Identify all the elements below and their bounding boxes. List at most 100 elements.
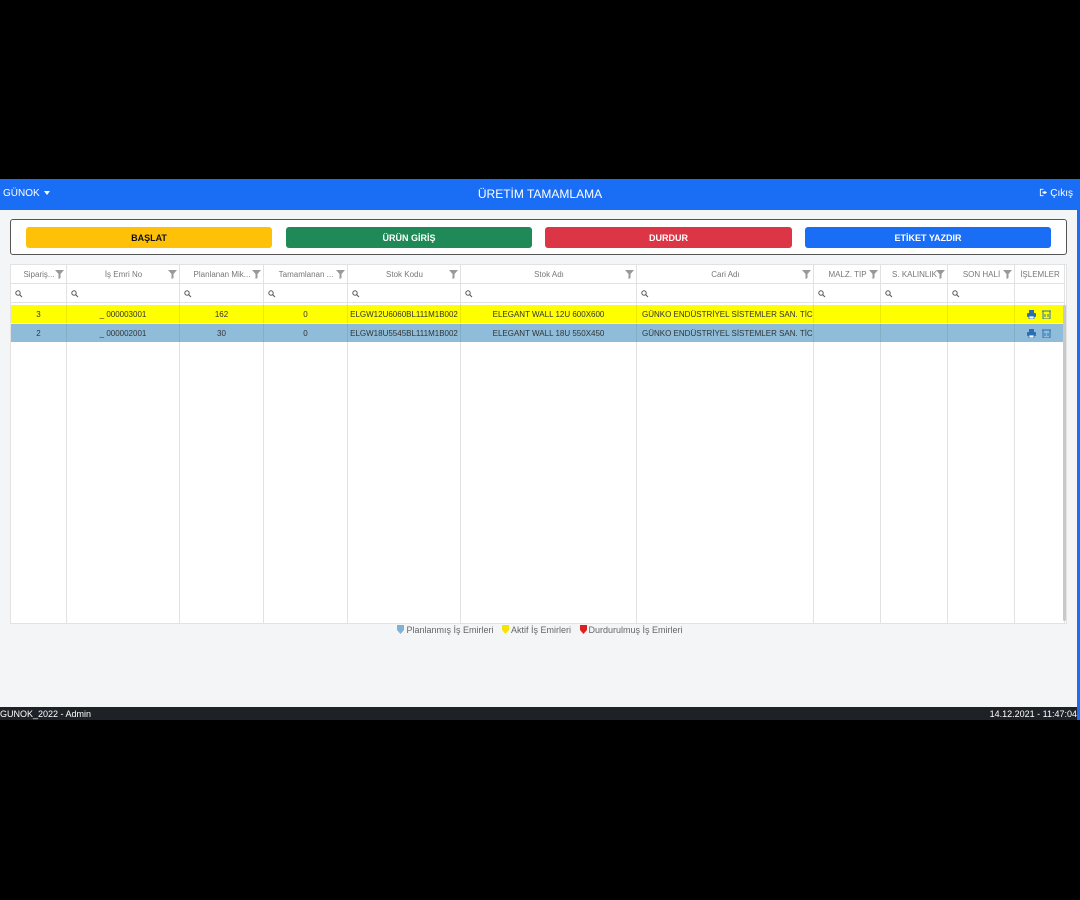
grid-scrollbar[interactable] bbox=[1063, 305, 1066, 621]
table-cell: ELGW12U6060BL111M1B002 bbox=[348, 305, 461, 323]
table-cell: ELGW18U5545BL111M1B002 bbox=[348, 324, 461, 342]
table-cell: ELEGANT WALL 18U 550X450 bbox=[461, 324, 637, 342]
action-panel: BAŞLAT ÜRÜN GİRİŞ DURDUR ETİKET YAZDIR bbox=[10, 219, 1067, 255]
product-entry-button[interactable]: ÜRÜN GİRİŞ bbox=[286, 227, 532, 248]
column-header[interactable]: SON HALİ bbox=[948, 265, 1015, 284]
search-icon bbox=[268, 290, 276, 298]
legend-planned: Planlanmış İş Emirleri bbox=[397, 625, 493, 635]
column-header[interactable]: Stok Kodu bbox=[348, 265, 461, 284]
row-actions bbox=[1027, 305, 1051, 323]
column-filter-input[interactable] bbox=[461, 284, 637, 303]
column-header-label: Stok Kodu bbox=[386, 269, 423, 279]
search-icon bbox=[15, 290, 23, 298]
filter-icon[interactable] bbox=[802, 270, 811, 279]
table-cell: 0 bbox=[264, 305, 348, 323]
search-icon bbox=[885, 290, 893, 298]
column-filter-input[interactable] bbox=[11, 284, 67, 303]
column-header[interactable]: Sipariş... bbox=[11, 265, 67, 284]
stop-button[interactable]: DURDUR bbox=[545, 227, 792, 248]
column-header-label: SON HALİ bbox=[962, 269, 1001, 279]
column-header-label: MALZ. TIP bbox=[828, 269, 867, 279]
filter-icon[interactable] bbox=[869, 270, 878, 279]
marker-icon bbox=[397, 625, 405, 634]
filter-icon[interactable] bbox=[168, 270, 177, 279]
filter-icon[interactable] bbox=[55, 270, 64, 279]
table-cell bbox=[881, 305, 948, 323]
table-cell: 162 bbox=[180, 305, 264, 323]
marker-icon bbox=[501, 625, 509, 634]
search-icon bbox=[818, 290, 826, 298]
filter-icon[interactable] bbox=[1003, 270, 1012, 279]
table-row[interactable]: 2 _ 000002001 30 0 ELGW18U5545BL111M1B002 ELE… bbox=[11, 324, 1065, 342]
search-icon bbox=[352, 290, 360, 298]
column-header-label: İŞLEMLER bbox=[1020, 269, 1060, 279]
column-header[interactable]: Tamamlanan ... bbox=[264, 265, 348, 284]
table-cell: _ 000002001 bbox=[67, 324, 180, 342]
delete-icon[interactable] bbox=[1042, 329, 1051, 338]
table-cell: 3 bbox=[11, 305, 67, 323]
column-header-label: S. KALINLIK bbox=[892, 269, 937, 279]
filter-icon[interactable] bbox=[625, 270, 634, 279]
datetime: 14.12.2021 - 11:47:04 bbox=[989, 709, 1077, 719]
print-icon[interactable] bbox=[1027, 309, 1036, 319]
table-row[interactable]: 3 _ 000003001 162 0 ELGW12U6060BL111M1B002 EL… bbox=[11, 305, 1065, 323]
column-filter-input[interactable] bbox=[348, 284, 461, 303]
print-label-button[interactable]: ETİKET YAZDIR bbox=[805, 227, 1051, 248]
column-header[interactable]: S. KALINLIK bbox=[881, 265, 948, 284]
filter-icon[interactable] bbox=[936, 270, 945, 279]
table-cell: GÜNKO ENDÜSTRİYEL SİSTEMLER SAN. TİC. LT… bbox=[637, 305, 814, 323]
filter-icon[interactable] bbox=[336, 270, 345, 279]
column-header[interactable]: Cari Adı bbox=[637, 265, 814, 284]
column-header[interactable]: MALZ. TIP bbox=[814, 265, 881, 284]
column-filter-input[interactable] bbox=[637, 284, 814, 303]
column-header[interactable]: İş Emri No bbox=[67, 265, 180, 284]
column-header[interactable]: Stok Adı bbox=[461, 265, 637, 284]
search-icon bbox=[71, 290, 79, 298]
search-icon bbox=[952, 290, 960, 298]
legend-active: Aktif İş Emirleri bbox=[501, 625, 571, 635]
table-cell: 0 bbox=[264, 324, 348, 342]
column-header-label: İş Emri No bbox=[104, 269, 143, 279]
legend-active-label: Aktif İş Emirleri bbox=[510, 625, 571, 635]
app-window: GÜNOK ÜRETİM TAMAMLAMA Çıkış BAŞLAT ÜRÜN… bbox=[0, 179, 1080, 720]
table-cell bbox=[948, 305, 1015, 323]
column-filter-input[interactable] bbox=[881, 284, 948, 303]
column-header-label: Tamamlanan ... bbox=[278, 269, 334, 279]
table-cell: _ 000003001 bbox=[67, 305, 180, 323]
filter-icon[interactable] bbox=[449, 270, 458, 279]
status-bar: GUNOK_2022 - Admin 14.12.2021 - 11:47:04 bbox=[0, 707, 1080, 720]
table-cell bbox=[948, 324, 1015, 342]
legend-planned-label: Planlanmış İş Emirleri bbox=[406, 625, 494, 635]
column-header[interactable]: Planlanan Mik... bbox=[180, 265, 264, 284]
table-cell: GÜNKO ENDÜSTRİYEL SİSTEMLER SAN. TİC. LT… bbox=[637, 324, 814, 342]
filter-icon[interactable] bbox=[252, 270, 261, 279]
legend-stopped-label: Durdurulmuş İş Emirleri bbox=[588, 625, 683, 635]
logout-label: Çıkış bbox=[1050, 188, 1073, 199]
column-filter-input[interactable] bbox=[67, 284, 180, 303]
column-filter-input[interactable] bbox=[814, 284, 881, 303]
column-filter-input[interactable] bbox=[948, 284, 1015, 303]
start-button[interactable]: BAŞLAT bbox=[26, 227, 272, 248]
status-legend: Planlanmış İş Emirleri Aktif İş Emirleri… bbox=[0, 625, 1080, 635]
table-cell bbox=[814, 305, 881, 323]
table-cell bbox=[881, 324, 948, 342]
table-cell: 2 bbox=[11, 324, 67, 342]
marker-icon bbox=[579, 625, 587, 634]
column-header-label: Sipariş... bbox=[23, 269, 55, 279]
delete-icon[interactable] bbox=[1042, 310, 1051, 319]
table-cell: ELEGANT WALL 12U 600X600 bbox=[461, 305, 637, 323]
table-cell bbox=[814, 324, 881, 342]
column-header-label: Planlanan Mik... bbox=[193, 269, 251, 279]
print-icon[interactable] bbox=[1027, 328, 1036, 338]
column-header-label: Cari Adı bbox=[711, 269, 740, 279]
column-header[interactable]: İŞLEMLER bbox=[1015, 265, 1065, 284]
sign-out-icon bbox=[1040, 188, 1048, 197]
logout-button[interactable]: Çıkış bbox=[1039, 188, 1073, 199]
search-icon bbox=[184, 290, 192, 298]
column-filter-input[interactable] bbox=[180, 284, 264, 303]
search-icon bbox=[641, 290, 649, 298]
column-filter-input[interactable] bbox=[264, 284, 348, 303]
table-cell: 30 bbox=[180, 324, 264, 342]
search-icon bbox=[465, 290, 473, 298]
session-info: GUNOK_2022 - Admin bbox=[0, 709, 92, 719]
